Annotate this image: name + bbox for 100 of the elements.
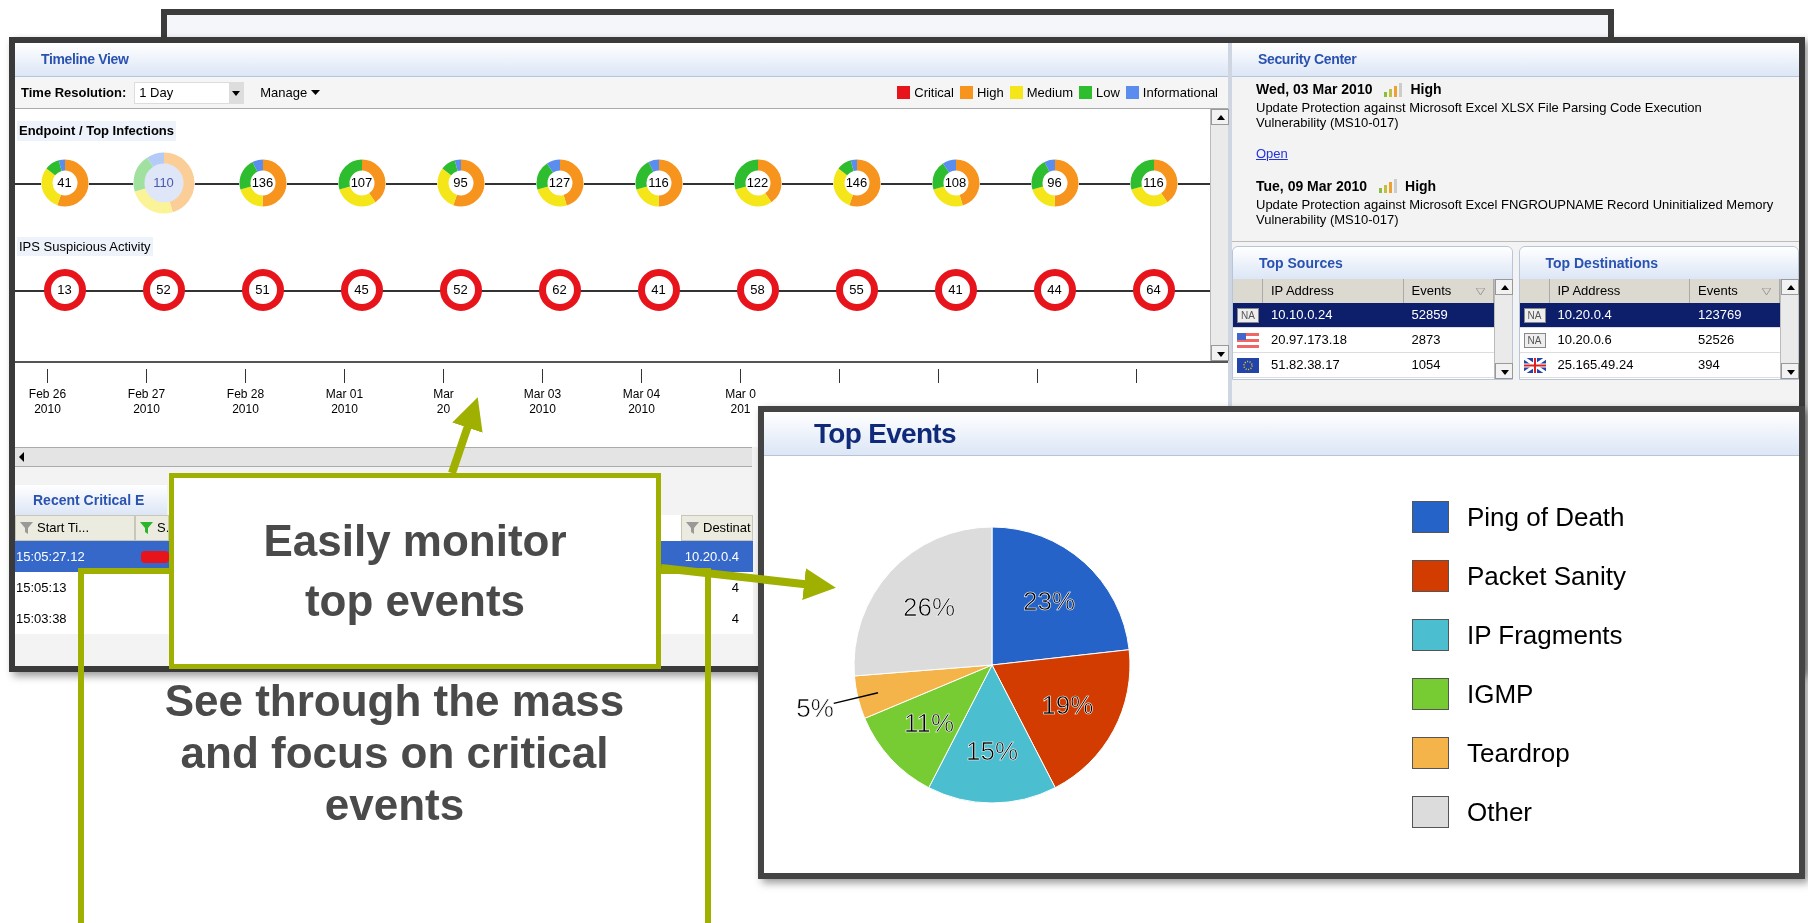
entry-description: Update Protection against Microsoft Excel XLSX File Parsing Code Execution Vulnerability (MS10-017) [1256,100,1703,130]
donut-marker[interactable]: 110 [132,151,195,214]
count-label: 13 [57,281,72,300]
scroll-down-icon[interactable] [1781,363,1799,379]
manage-menu[interactable]: Manage [260,82,321,103]
count-label: 95 [453,173,468,192]
ring-marker[interactable]: 64 [1132,269,1175,311]
legend-label: Teardrop [1467,736,1570,770]
count-label: 45 [354,281,369,300]
count-label: 107 [350,173,373,192]
donut-marker[interactable]: 95 [436,158,485,207]
table-row[interactable]: NA 10.20.0.4 123769 [1519,303,1780,328]
donut-marker[interactable]: 136 [238,158,287,207]
severity-label: High [1405,176,1437,196]
scroll-up-icon[interactable] [1211,109,1229,125]
panel-title: Timeline View [41,50,129,69]
count-label: 64 [1146,281,1161,300]
count-label: 41 [948,281,963,300]
legend-label: Critical [914,83,954,102]
flag-icon [1237,357,1259,373]
sort-icon [1762,287,1771,295]
donut-marker[interactable]: 146 [832,158,881,207]
donut-marker[interactable]: 41 [40,158,89,207]
date-label: Feb 26 2010 [28,387,67,417]
donut-marker[interactable]: 127 [535,158,584,207]
ring-marker[interactable]: 62 [538,269,581,311]
count-label: 44 [1047,281,1062,300]
slice-label: 5% [796,692,834,723]
legend-label: Low [1096,83,1120,102]
events-cell-text: 52859 [1410,306,1449,325]
leader-line [833,691,879,704]
ip-cell-text: 10.20.0.4 [1556,306,1613,325]
ring-marker[interactable]: 41 [934,269,977,311]
time-cell: 15:03:38 [15,603,135,634]
date-label: Mar 04 2010 [622,387,661,417]
count-label: 41 [651,281,666,300]
horizontal-scrollbar[interactable] [15,447,752,467]
ring-marker[interactable]: 58 [736,269,779,311]
scroll-up-icon[interactable] [1494,279,1513,295]
count-label: 110 [153,173,174,192]
legend-label: IP Fragments [1467,618,1623,652]
ip-cell-text: 25.165.49.24 [1556,356,1635,375]
count-label: 51 [255,281,270,300]
flag-label: NA [1523,332,1546,348]
ring-marker[interactable]: 44 [1033,269,1076,311]
ring-marker[interactable]: 13 [43,269,86,311]
count-label: 55 [849,281,864,300]
donut-marker[interactable]: 116 [1129,158,1178,207]
donut-marker[interactable]: 116 [634,158,683,207]
scrollbar[interactable] [1210,109,1228,361]
slice-label: 11% [904,707,955,738]
count-label: 108 [944,173,967,192]
count-label: 58 [750,281,765,300]
events-cell-text: 1054 [1410,356,1442,375]
panel-title: Top Sources [1259,253,1343,273]
ring-marker[interactable]: 51 [241,269,284,311]
ip-cell-text: 20.97.173.18 [1270,331,1348,350]
scrollbar[interactable] [1780,279,1798,379]
ring-marker[interactable]: 45 [340,269,383,311]
column-header[interactable]: S. [135,515,169,541]
count-label: 62 [552,281,567,300]
column-header[interactable]: Start Ti... [15,515,135,541]
time-cell: 15:05:13 [15,572,135,603]
count-label: 127 [548,173,571,192]
caret-icon [229,82,244,103]
entry-date: Wed, 03 Mar 2010 [1256,80,1373,99]
count-label: 122 [746,173,769,192]
donut-marker[interactable]: 108 [931,158,980,207]
table-row[interactable]: NA 10.10.0.24 52859 [1233,303,1494,328]
sort-icon [1475,287,1485,295]
count-label: 116 [1143,173,1164,192]
panel-title: Top Events [814,416,956,451]
flag-icon [1523,357,1546,373]
legend-label: Medium [1026,83,1073,102]
donut-marker[interactable]: 122 [733,158,782,207]
ring-marker[interactable]: 41 [637,269,680,311]
count-label: 136 [251,173,274,192]
date-label: Mar 20 [433,387,454,417]
destination-cell: 10.20.0.4 [681,541,753,572]
severity-label: High [1410,80,1442,99]
entry-description: Update Protection against Microsoft Excel FNGROUPNAME Record Uninitialized Memory Vulnerability (MS10-017) [1256,196,1775,227]
ring-marker[interactable]: 52 [142,269,185,311]
legend-label: Ping of Death [1467,500,1625,534]
donut-marker[interactable]: 96 [1030,158,1079,207]
track-label: Endpoint / Top Infections [17,121,177,141]
events-cell-text: 2873 [1410,331,1442,350]
count-label: 52 [156,281,171,300]
date-label: Feb 27 2010 [127,387,166,417]
callout-text: Easily monitor top events [262,515,568,627]
ring-marker[interactable]: 52 [439,269,482,311]
events-cell-text: 52526 [1697,331,1736,350]
scroll-down-icon[interactable] [1211,345,1229,361]
scroll-up-icon[interactable] [1781,279,1799,295]
flag-icon [1237,332,1259,348]
ring-marker[interactable]: 55 [835,269,878,311]
open-link[interactable]: Open [1256,144,1288,164]
scroll-down-icon[interactable] [1494,363,1513,379]
resolution-dropdown[interactable]: 1 Day [134,81,245,104]
donut-marker[interactable]: 107 [337,158,386,207]
column-header[interactable]: Destinat [681,515,753,541]
